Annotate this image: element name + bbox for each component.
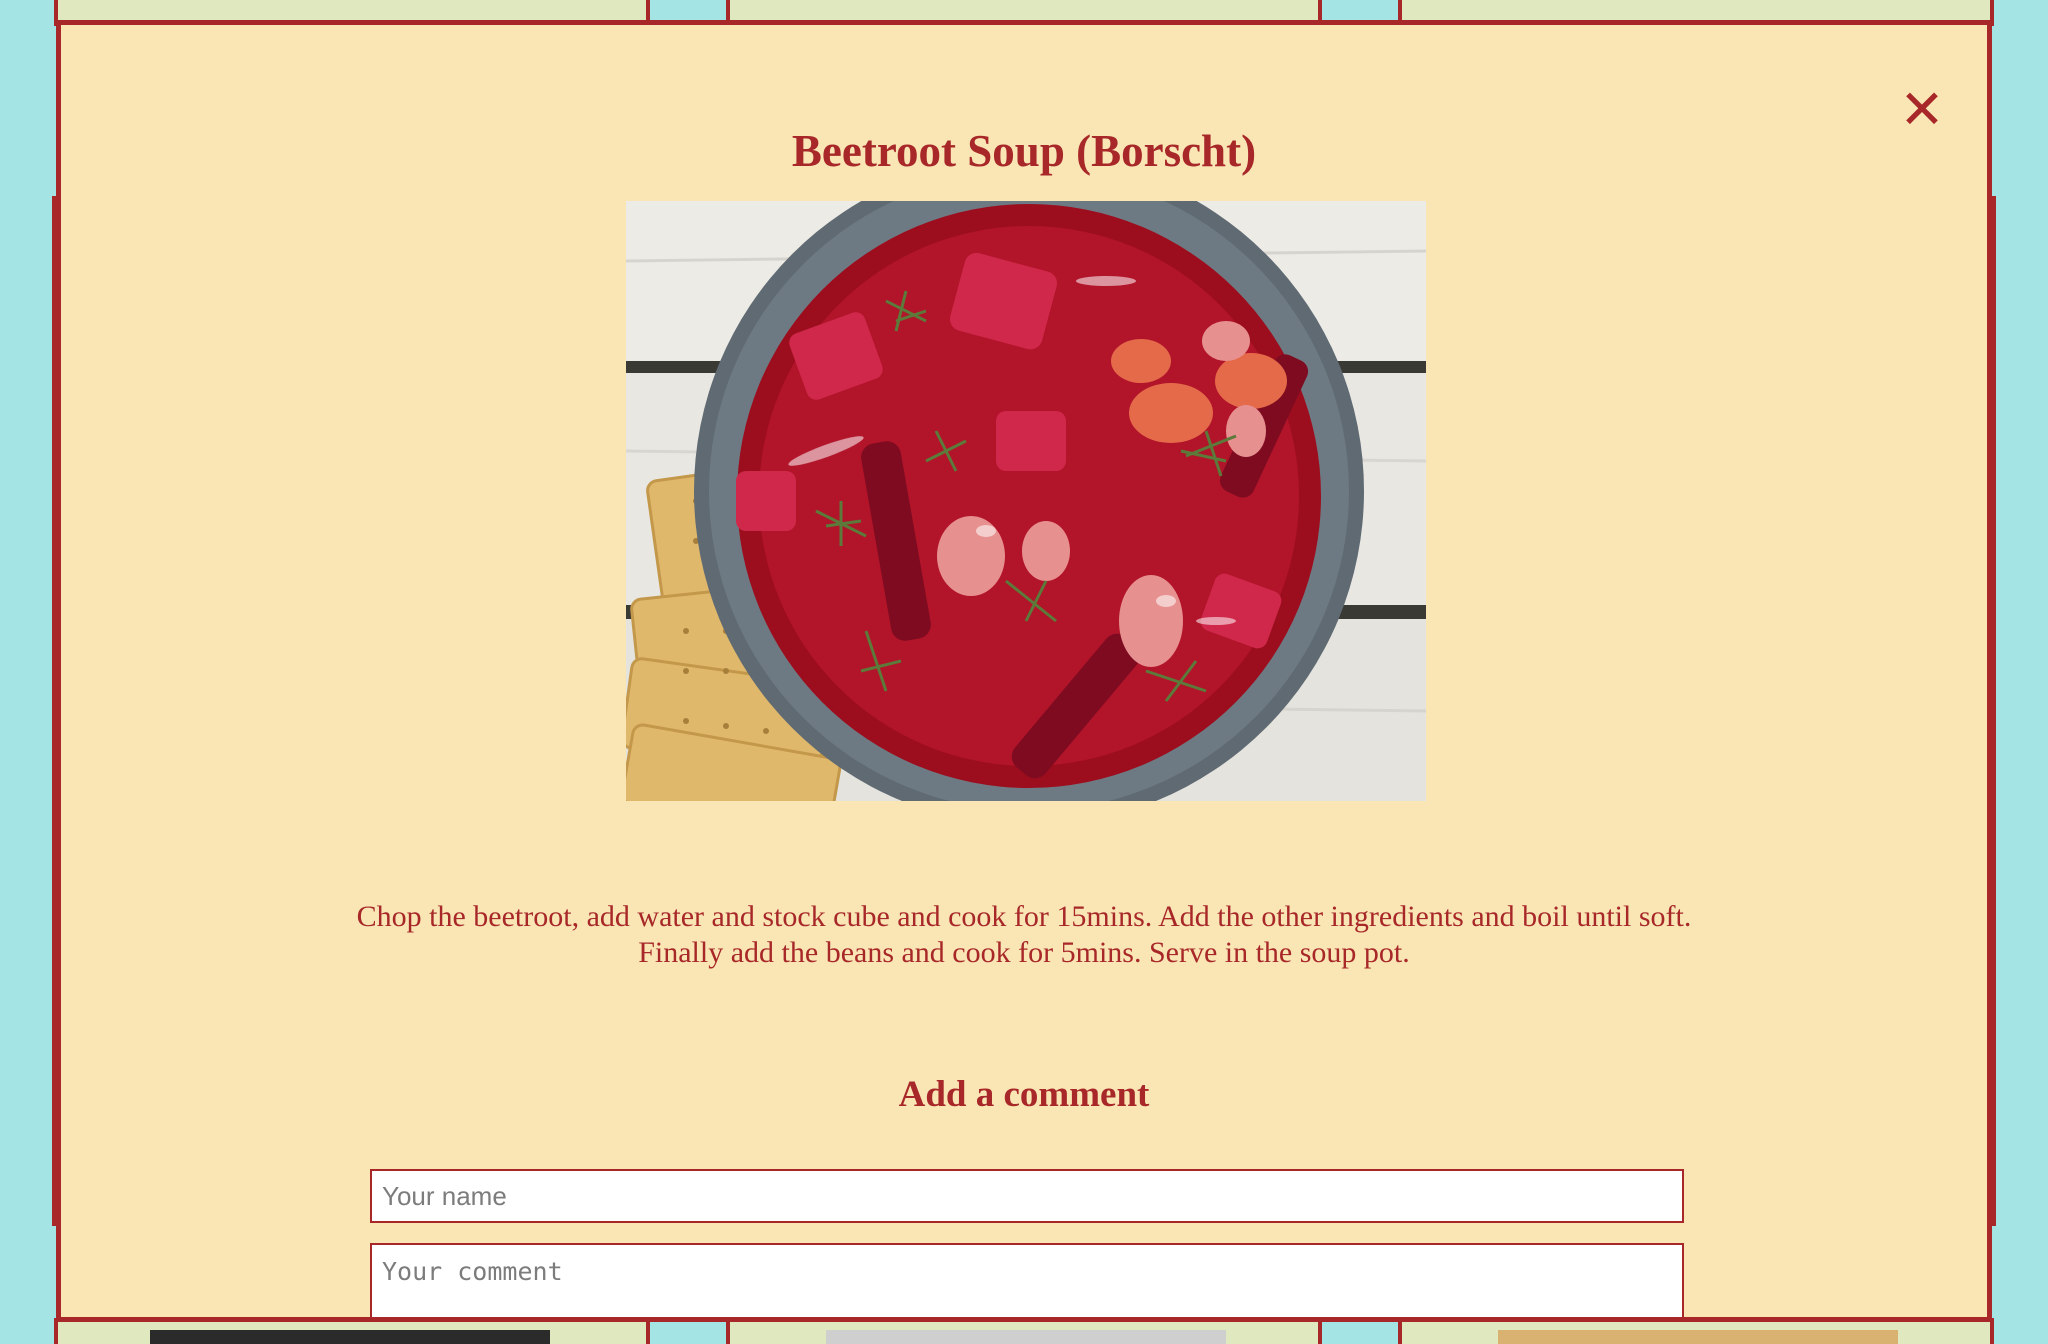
recipe-thumbnail [150, 1330, 550, 1344]
recipe-instructions: Chop the beetroot, add water and stock c… [356, 900, 1692, 969]
borscht-image [626, 201, 1426, 801]
comment-input[interactable] [370, 1243, 1684, 1317]
page: ✕ Beetroot Soup (Borscht) Chop the beetr… [0, 0, 2048, 1344]
recipe-photo [626, 201, 1426, 801]
recipe-modal: ✕ Beetroot Soup (Borscht) Chop the beetr… [56, 20, 1992, 1322]
name-input[interactable] [370, 1169, 1684, 1223]
recipe-title: Beetroot Soup (Borscht) [791, 126, 1257, 176]
recipe-thumbnail [826, 1330, 1226, 1344]
add-comment-heading: Add a comment [898, 1074, 1150, 1115]
recipe-thumbnail [1498, 1330, 1898, 1344]
